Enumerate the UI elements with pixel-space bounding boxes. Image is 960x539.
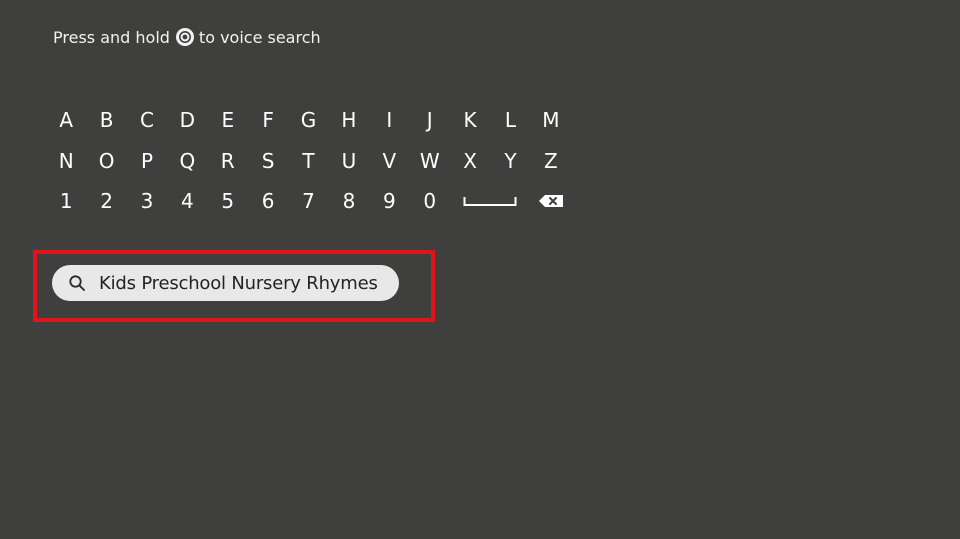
key-s[interactable]: S <box>248 141 288 182</box>
key-b[interactable]: B <box>86 100 126 141</box>
key-f[interactable]: F <box>248 100 288 141</box>
key-7[interactable]: 7 <box>288 181 328 222</box>
backspace-key[interactable] <box>531 181 571 222</box>
key-y[interactable]: Y <box>490 141 530 182</box>
key-8[interactable]: 8 <box>329 181 369 222</box>
key-t[interactable]: T <box>288 141 328 182</box>
on-screen-keyboard: A B C D E F G H I J K L M N O P Q R S T … <box>46 100 586 222</box>
key-v[interactable]: V <box>369 141 409 182</box>
key-r[interactable]: R <box>208 141 248 182</box>
key-c[interactable]: C <box>127 100 167 141</box>
key-4[interactable]: 4 <box>167 181 207 222</box>
space-bar-icon <box>463 197 517 207</box>
voice-hint-prefix: Press and hold <box>53 27 170 47</box>
key-n[interactable]: N <box>46 141 86 182</box>
search-suggestion-button[interactable]: Kids Preschool Nursery Rhymes <box>52 265 399 301</box>
key-g[interactable]: G <box>288 100 328 141</box>
key-a[interactable]: A <box>46 100 86 141</box>
voice-hint-suffix: to voice search <box>198 27 321 47</box>
key-w[interactable]: W <box>410 141 450 182</box>
key-0[interactable]: 0 <box>410 181 450 222</box>
key-1[interactable]: 1 <box>46 181 86 222</box>
search-icon <box>69 275 85 291</box>
key-m[interactable]: M <box>531 100 571 141</box>
key-i[interactable]: I <box>369 100 409 141</box>
backspace-icon <box>538 195 563 208</box>
key-o[interactable]: O <box>86 141 126 182</box>
key-u[interactable]: U <box>329 141 369 182</box>
key-j[interactable]: J <box>410 100 450 141</box>
key-x[interactable]: X <box>450 141 490 182</box>
key-l[interactable]: L <box>490 100 530 141</box>
space-key[interactable] <box>450 181 531 222</box>
key-3[interactable]: 3 <box>127 181 167 222</box>
key-5[interactable]: 5 <box>208 181 248 222</box>
microphone-button-icon <box>175 28 194 46</box>
search-suggestion-text: Kids Preschool Nursery Rhymes <box>99 272 378 294</box>
key-p[interactable]: P <box>127 141 167 182</box>
key-d[interactable]: D <box>167 100 207 141</box>
key-2[interactable]: 2 <box>86 181 126 222</box>
key-6[interactable]: 6 <box>248 181 288 222</box>
key-h[interactable]: H <box>329 100 369 141</box>
key-q[interactable]: Q <box>167 141 207 182</box>
key-9[interactable]: 9 <box>369 181 409 222</box>
key-k[interactable]: K <box>450 100 490 141</box>
key-e[interactable]: E <box>208 100 248 141</box>
voice-search-hint: Press and hold to voice search <box>53 25 321 49</box>
key-z[interactable]: Z <box>531 141 571 182</box>
